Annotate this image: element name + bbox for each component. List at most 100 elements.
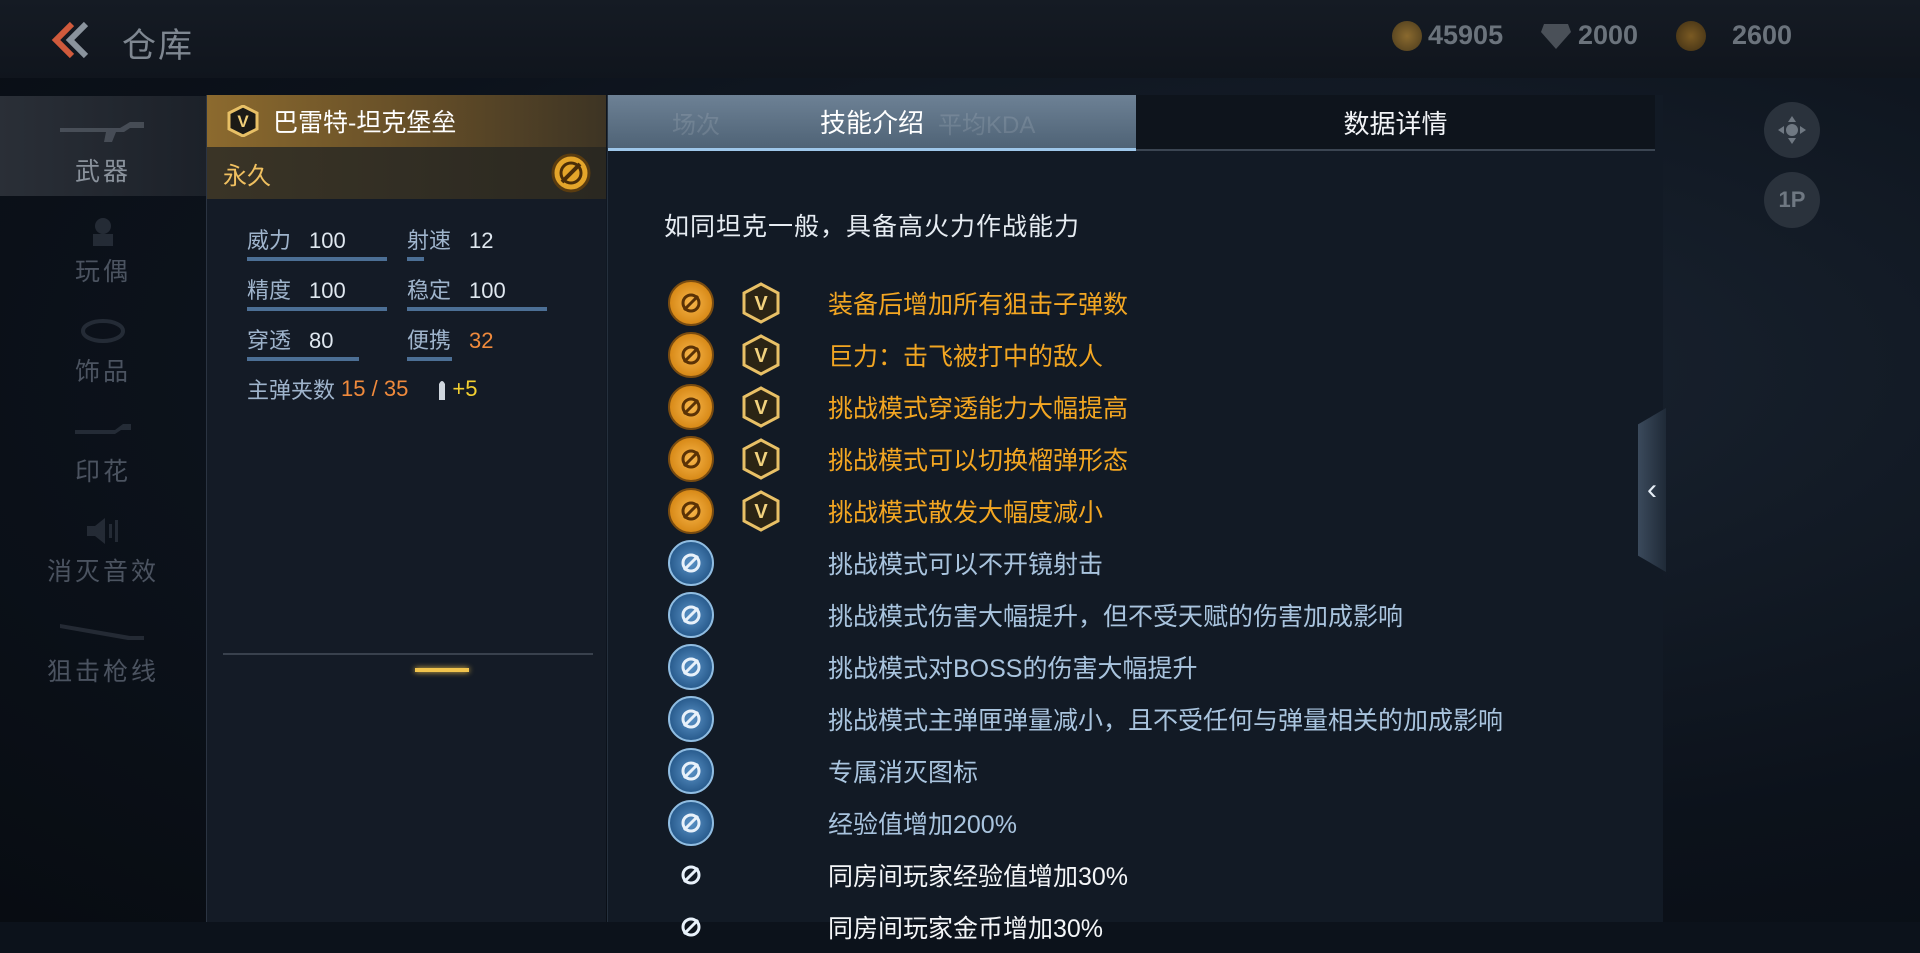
decal-icon [73, 416, 133, 446]
first-person-icon: 1P [1779, 187, 1806, 213]
sniper-line-icon [58, 616, 148, 646]
skill-text: 同房间玩家经验值增加30% [828, 857, 1128, 893]
damage-up-icon[interactable] [668, 592, 714, 638]
nav-label: 印花 [75, 452, 131, 488]
weapon-name: 巴雷特-坦克堡垒 [273, 103, 456, 139]
first-person-button[interactable]: 1P [1764, 172, 1820, 228]
stat-value: 32 [469, 328, 493, 353]
room-coin-icon[interactable] [668, 904, 714, 950]
stat-row: 精度100 稳定100 [247, 273, 606, 323]
kill-icon[interactable] [668, 748, 714, 794]
nav-item-weapon[interactable]: 武器 [0, 96, 206, 196]
empty-badge-slot [740, 542, 782, 584]
noscope-icon[interactable] [668, 540, 714, 586]
stat-label: 穿透 [247, 328, 291, 353]
nav-item-decal[interactable]: 印花 [0, 396, 206, 496]
nav-item-sniper-line[interactable]: 狙击枪线 [0, 596, 206, 696]
nav-item-kill-sound[interactable]: 消灭音效 [0, 496, 206, 596]
knockback-icon[interactable] [668, 332, 714, 378]
skill-row: 挑战模式伤害大幅提升，但不受天赋的伤害加成影响 [668, 589, 1503, 641]
v-rank-badge-icon: V [740, 438, 782, 480]
stat-label: 威力 [247, 228, 291, 253]
clip-row: 主弹夹数 15 / 35 +5 [247, 373, 606, 405]
stat-label: 稳定 [407, 278, 451, 303]
weapon-info-card: V 巴雷特-坦克堡垒 永久 威力100 射速12 精度100 稳定100 穿透8… [206, 95, 606, 922]
ghost-header-matches: 场次 [672, 105, 720, 140]
skill-text: 专属消灭图标 [828, 753, 978, 789]
back-button[interactable] [48, 18, 92, 62]
skill-text: 挑战模式可以不开镜射击 [828, 545, 1103, 581]
svg-text:V: V [754, 449, 768, 471]
stat-bar [407, 307, 547, 311]
skill-text: 挑战模式伤害大幅提升，但不受天赋的伤害加成影响 [828, 597, 1403, 633]
page-indicator [415, 668, 469, 672]
nav-label: 狙击枪线 [47, 652, 159, 688]
sniper-badge-icon [550, 152, 592, 194]
grenade-mode-icon[interactable] [668, 436, 714, 482]
v-rank-badge-icon: V [740, 490, 782, 532]
honor-coin-icon [1676, 21, 1706, 51]
svg-text:V: V [237, 112, 249, 131]
stat-value: 12 [469, 228, 493, 253]
sound-icon [83, 516, 123, 546]
penetration-icon[interactable] [668, 384, 714, 430]
card-divider [223, 653, 593, 655]
collapse-panel-button[interactable]: ‹ [1638, 408, 1666, 572]
skill-text: 同房间玩家金币增加30% [828, 909, 1103, 945]
skill-row: 同房间玩家经验值增加30% [668, 849, 1503, 901]
accessory-icon [78, 316, 128, 346]
skill-row: 专属消灭图标 [668, 745, 1503, 797]
skill-text: 挑战模式主弹匣弹量减小，且不受任何与弹量相关的加成影响 [828, 701, 1503, 737]
tab-label: 数据详情 [1343, 104, 1447, 141]
tab-skill-intro[interactable]: 场次 平均KDA 技能介绍 [608, 95, 1136, 151]
weapon-stats: 威力100 射速12 精度100 稳定100 穿透80 便携32 主弹夹数 15… [207, 199, 606, 405]
tab-bar: 场次 平均KDA 技能介绍 数据详情 [608, 95, 1655, 153]
nav-label: 玩偶 [75, 252, 131, 288]
settings-button[interactable] [1764, 102, 1820, 158]
weapon-duration: 永久 [223, 156, 271, 191]
skill-text: 挑战模式散发大幅度减小 [828, 493, 1103, 529]
v-rank-badge-icon: V [740, 386, 782, 428]
stat-bar [247, 307, 387, 311]
empty-badge-slot [740, 802, 782, 844]
stat-value: 100 [469, 278, 506, 303]
honor-coin-value: 2600 [1732, 20, 1792, 51]
room-exp-icon[interactable] [668, 852, 714, 898]
v-rank-badge-icon: V [740, 282, 782, 324]
empty-badge-slot [740, 906, 782, 948]
rifle-icon [58, 116, 148, 146]
skill-row: 经验值增加200% [668, 797, 1503, 849]
magazine-icon[interactable] [668, 696, 714, 742]
nav-item-accessory[interactable]: 饰品 [0, 296, 206, 396]
spread-icon[interactable] [668, 488, 714, 534]
weapon-header: V 巴雷特-坦克堡垒 [207, 95, 606, 147]
svg-text:V: V [754, 293, 768, 315]
skill-row: V 挑战模式散发大幅度减小 [668, 485, 1503, 537]
skill-list: V装备后增加所有狙击子弹数V巨力：击飞被打中的敌人V挑战模式穿透能力大幅提高V挑… [668, 277, 1503, 953]
bullet-icon [438, 378, 446, 400]
diamond-icon [1540, 22, 1572, 50]
exp-icon[interactable] [668, 800, 714, 846]
weapon-duration-row: 永久 [207, 147, 606, 199]
nav-item-doll[interactable]: 玩偶 [0, 196, 206, 296]
empty-badge-slot [740, 594, 782, 636]
back-arrow-icon [48, 18, 92, 62]
skill-text: 挑战模式对BOSS的伤害大幅提升 [828, 649, 1197, 685]
empty-badge-slot [740, 698, 782, 740]
clip-max: 35 [384, 376, 408, 401]
skill-row: 挑战模式可以不开镜射击 [668, 537, 1503, 589]
skill-row: V挑战模式可以切换榴弹形态 [668, 433, 1503, 485]
skill-row: V装备后增加所有狙击子弹数 [668, 277, 1503, 329]
sniper-bullet-icon[interactable] [668, 280, 714, 326]
stat-power: 威力100 [247, 223, 407, 273]
stat-value: 100 [309, 278, 346, 303]
top-bar: 仓库 45905 2000 2600 [0, 0, 1920, 78]
tab-data-details[interactable]: 数据详情 [1136, 95, 1655, 151]
v-rank-icon: V [227, 105, 259, 137]
ghost-header-kda: 平均KDA [938, 105, 1035, 140]
stat-fire-rate: 射速12 [407, 223, 567, 273]
stat-label: 便携 [407, 328, 451, 353]
stat-bar [407, 257, 424, 261]
svg-text:V: V [754, 397, 768, 419]
boss-damage-icon[interactable] [668, 644, 714, 690]
